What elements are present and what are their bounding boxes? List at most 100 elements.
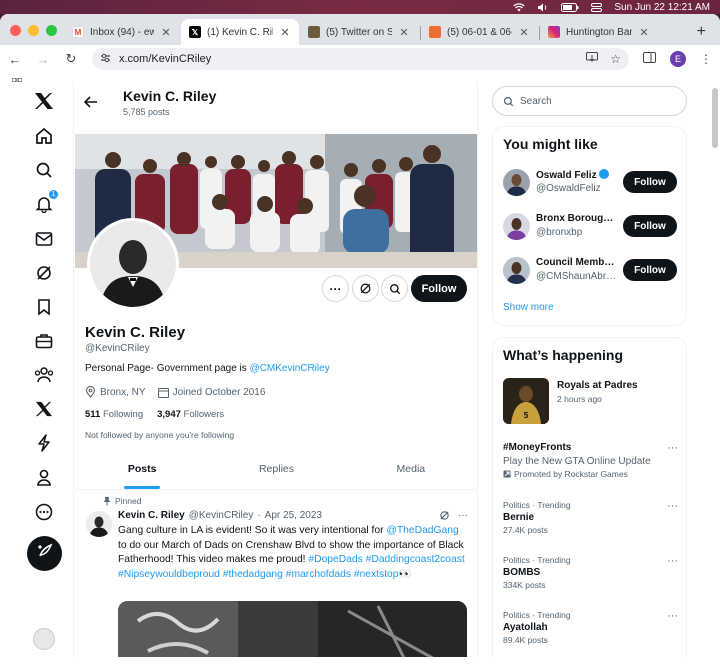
tab-twitter-sub[interactable]: (5) Twitter on Sub ✕ bbox=[300, 19, 418, 45]
suggestion-item[interactable]: Council Memb… @CMShaunAbr… Follow bbox=[503, 257, 678, 287]
tweet-more-icon[interactable]: ··· bbox=[458, 510, 468, 521]
back-arrow-icon[interactable] bbox=[83, 95, 98, 113]
bio-mention-link[interactable]: @CMKevinCRiley bbox=[250, 363, 330, 374]
tweet-author-handle[interactable]: @KevinCRiley bbox=[189, 510, 254, 521]
install-app-icon[interactable] bbox=[586, 52, 599, 66]
tweet-author-name[interactable]: Kevin C. Riley bbox=[118, 510, 185, 521]
pinned-tweet[interactable]: Pinned Kevin C. Riley @KevinCRiley · Apr… bbox=[75, 490, 477, 657]
show-more-link[interactable]: Show more bbox=[503, 302, 554, 313]
browser-menu-icon[interactable]: ⋮ bbox=[700, 52, 712, 66]
close-tab-icon[interactable]: ✕ bbox=[638, 26, 650, 39]
gmail-icon: M bbox=[72, 26, 84, 38]
suggestion-follow-button[interactable]: Follow bbox=[623, 171, 677, 193]
more-icon[interactable] bbox=[32, 500, 56, 524]
tab-orange[interactable]: (5) 06-01 & 06-0 ✕ bbox=[421, 19, 538, 45]
battery-icon[interactable] bbox=[561, 2, 579, 12]
trend-more-icon[interactable]: ··· bbox=[667, 555, 678, 567]
close-tab-icon[interactable]: ✕ bbox=[398, 26, 410, 39]
volume-icon[interactable] bbox=[537, 3, 549, 12]
messages-icon[interactable] bbox=[32, 227, 56, 251]
tweet-date[interactable]: Apr 25, 2023 bbox=[265, 510, 322, 521]
more-options-button[interactable]: ··· bbox=[322, 275, 349, 302]
fullscreen-window-button[interactable] bbox=[46, 25, 57, 36]
forward-icon[interactable]: → bbox=[36, 52, 50, 67]
suggestion-follow-button[interactable]: Follow bbox=[623, 215, 677, 237]
profile-avatar-photo bbox=[90, 221, 176, 307]
profile-icon[interactable] bbox=[32, 466, 56, 490]
pin-icon bbox=[103, 497, 111, 506]
account-switcher-avatar[interactable] bbox=[33, 628, 55, 650]
tab-kevin-riley[interactable]: 𝕏 (1) Kevin C. Riley ✕ bbox=[181, 19, 299, 45]
trend-item[interactable]: Politics · Trending Ayatollah 89.4K post… bbox=[503, 610, 678, 645]
tweet-media-video[interactable] bbox=[118, 601, 467, 657]
address-bar[interactable]: x.com/KevinCRiley ☆ bbox=[92, 48, 629, 70]
browser-profile-avatar[interactable]: E bbox=[670, 51, 686, 67]
home-icon[interactable] bbox=[32, 124, 56, 148]
profile-main-column: Kevin C. Riley 5,785 posts ··· Follow Ke… bbox=[75, 82, 478, 657]
jobs-icon[interactable] bbox=[32, 329, 56, 353]
trend-more-icon[interactable]: ··· bbox=[667, 500, 678, 512]
side-panel-icon[interactable] bbox=[643, 50, 656, 68]
hashtag-link[interactable]: #DopeDads bbox=[308, 554, 362, 565]
communities-icon[interactable] bbox=[32, 363, 56, 387]
trend-item[interactable]: Politics · Trending Bernie 27.4K posts ·… bbox=[503, 500, 678, 535]
premium-icon[interactable] bbox=[32, 397, 56, 421]
compose-post-button[interactable] bbox=[27, 536, 62, 571]
tab-replies[interactable]: Replies bbox=[209, 448, 343, 489]
trend-more-icon[interactable]: ··· bbox=[667, 610, 678, 622]
suggestion-item[interactable]: Oswald Feliz @OswaldFeliz Follow bbox=[503, 169, 678, 199]
suggestion-avatar[interactable] bbox=[503, 213, 530, 240]
tab-media[interactable]: Media bbox=[344, 448, 477, 489]
close-tab-icon[interactable]: ✕ bbox=[518, 26, 530, 39]
profile-meta: Bronx, NY Joined October 2016 bbox=[85, 386, 265, 398]
bookmarks-icon[interactable] bbox=[32, 295, 56, 319]
page-scrollbar[interactable] bbox=[712, 88, 718, 148]
suggestion-handle: @OswaldFeliz bbox=[536, 183, 601, 194]
tweet-mention-link[interactable]: @TheDadGang bbox=[386, 525, 458, 536]
explore-icon[interactable] bbox=[32, 158, 56, 182]
menu-clock[interactable]: Sun Jun 22 12:21 AM bbox=[614, 2, 710, 13]
site-info-icon[interactable] bbox=[100, 53, 111, 66]
x-logo-icon[interactable] bbox=[32, 89, 56, 113]
tweet-author-avatar[interactable] bbox=[86, 511, 112, 537]
url-text[interactable]: x.com/KevinCRiley bbox=[119, 53, 211, 65]
suggestion-avatar[interactable] bbox=[503, 169, 530, 196]
featured-event[interactable]: 5 Royals at Padres 2 hours ago bbox=[503, 378, 678, 428]
trend-more-icon[interactable]: ··· bbox=[667, 442, 678, 454]
search-input[interactable]: Search bbox=[492, 86, 687, 116]
macos-menu-bar: Sun Jun 22 12:21 AM bbox=[0, 0, 720, 14]
close-tab-icon[interactable]: ✕ bbox=[279, 26, 291, 39]
notifications-icon[interactable]: 1 bbox=[32, 189, 59, 216]
followers-link[interactable]: 3,947 Followers bbox=[157, 409, 224, 420]
bookmark-star-icon[interactable]: ☆ bbox=[610, 52, 621, 66]
back-icon[interactable]: ← bbox=[8, 52, 22, 67]
reload-icon[interactable]: ↻ bbox=[64, 51, 78, 67]
tab-gmail[interactable]: M Inbox (94) - ew11 ✕ bbox=[64, 19, 180, 45]
minimize-window-button[interactable] bbox=[28, 25, 39, 36]
tab-huntington[interactable]: Huntington Bank ✕ bbox=[540, 19, 658, 45]
trend-item[interactable]: Politics · Trending BOMBS 334K posts ··· bbox=[503, 555, 678, 590]
wifi-icon[interactable] bbox=[513, 2, 525, 12]
following-link[interactable]: 511 Following bbox=[85, 409, 143, 420]
grok-icon[interactable] bbox=[439, 510, 450, 521]
verified-orgs-icon[interactable] bbox=[32, 431, 56, 455]
promoted-icon bbox=[503, 470, 511, 478]
search-profile-button[interactable] bbox=[381, 275, 408, 302]
follow-button[interactable]: Follow bbox=[411, 275, 467, 302]
promoted-trend[interactable]: #MoneyFronts Play the New GTA Online Upd… bbox=[503, 442, 678, 479]
grok-icon[interactable] bbox=[32, 261, 56, 285]
close-window-button[interactable] bbox=[10, 25, 21, 36]
trend-category: Politics · Trending bbox=[503, 500, 571, 510]
suggestion-item[interactable]: Bronx Boroug… @bronxbp Follow bbox=[503, 213, 678, 243]
control-center-icon[interactable] bbox=[591, 2, 603, 12]
trend-name: BOMBS bbox=[503, 567, 541, 578]
tab-posts[interactable]: Posts bbox=[75, 448, 209, 489]
suggestion-avatar[interactable] bbox=[503, 257, 530, 284]
suggestion-follow-button[interactable]: Follow bbox=[623, 259, 677, 281]
trend-post-count: 89.4K posts bbox=[503, 635, 548, 645]
feather-plus-icon bbox=[37, 543, 53, 564]
profile-avatar[interactable] bbox=[87, 218, 179, 310]
new-tab-button[interactable]: + bbox=[697, 23, 706, 41]
grok-profile-button[interactable] bbox=[352, 275, 379, 302]
close-tab-icon[interactable]: ✕ bbox=[160, 26, 172, 39]
